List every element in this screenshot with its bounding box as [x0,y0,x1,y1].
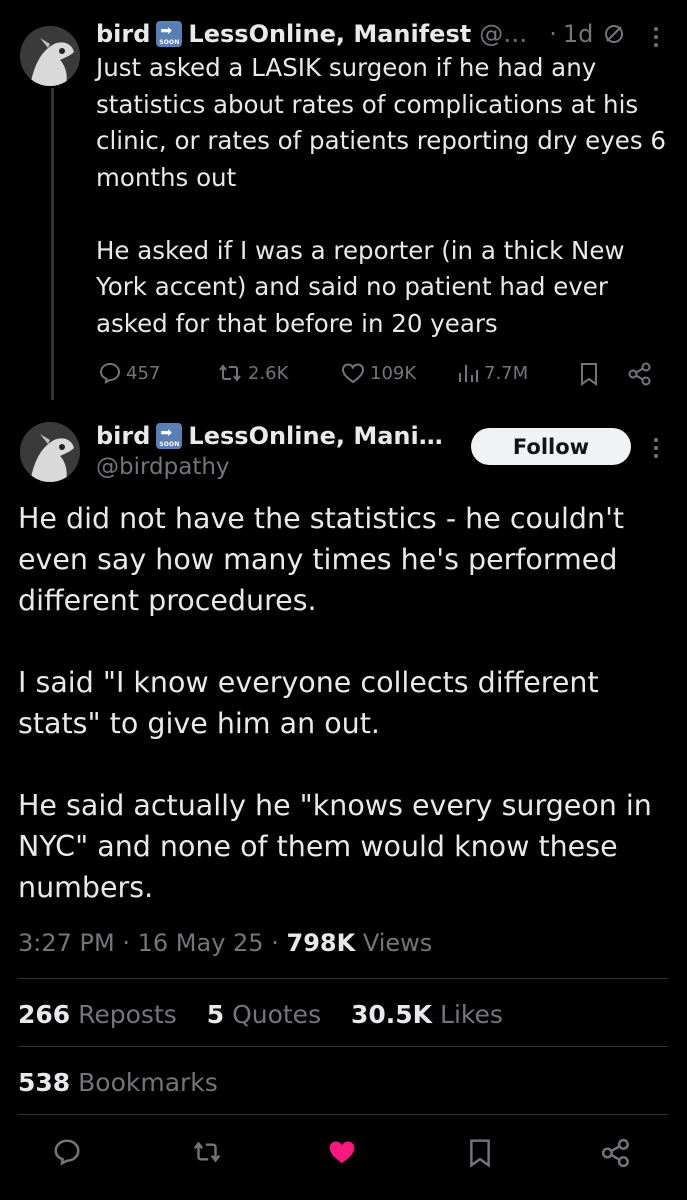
divider [18,1046,668,1047]
share-button[interactable] [627,361,653,387]
separator: · [549,20,557,48]
soon-arrow-icon: ➡ SOON [156,21,183,47]
engagement-stats: 266 Reposts 5 Quotes 30.5K Likes [18,1000,503,1029]
more-icon[interactable] [654,27,658,51]
avatar[interactable] [20,26,80,86]
reposts-stat[interactable]: 266 Reposts [18,1000,177,1029]
likes-stat[interactable]: 30.5K Likes [351,1000,503,1029]
like-button[interactable]: 109K [340,361,416,385]
share-icon [627,361,653,387]
views-label: Views [362,929,433,957]
tweet2-header: bird ➡ SOON LessOnline, Mani… [96,422,443,450]
handle[interactable]: @birdpathy [96,454,230,480]
views-count: 798K [286,929,356,957]
divider [18,1114,668,1115]
repost-button[interactable]: 2.6K [216,361,288,385]
display-name[interactable]: bird [96,422,150,450]
avatar[interactable] [20,422,80,482]
reply-button[interactable]: 457 [98,361,160,385]
separator: · [271,929,279,957]
repost-icon [216,361,244,385]
display-name[interactable]: bird [96,20,150,48]
reply-icon [98,361,122,385]
time-ago[interactable]: 1d [563,20,594,48]
like-button-active[interactable] [326,1137,358,1171]
tweet1-header: bird ➡ SOON LessOnline, Manifest @… · 1d [96,20,625,48]
tweet-date[interactable]: 16 May 25 [138,929,264,957]
like-icon [340,361,366,385]
reply-button[interactable] [52,1137,82,1171]
bookmarks-stat[interactable]: 538 Bookmarks [18,1068,218,1097]
bookmark-button[interactable] [578,361,600,387]
handle[interactable]: @… [479,20,527,48]
views-button[interactable]: 7.7M [456,361,528,385]
reply-count: 457 [126,362,161,384]
bookmark-icon [578,361,600,387]
soon-arrow-icon: ➡ SOON [156,423,183,449]
no-reply-icon [603,23,625,45]
share-icon [600,1138,632,1173]
repost-count: 2.6K [248,362,289,384]
repost-icon [190,1141,224,1171]
like-count: 109K [370,362,417,384]
quotes-stat[interactable]: 5 Quotes [207,1000,321,1029]
tweet-meta: 3:27 PM · 16 May 25 · 798K Views [18,929,432,957]
tweet-time[interactable]: 3:27 PM [18,929,115,957]
repost-button[interactable] [190,1137,224,1171]
display-name-suffix[interactable]: LessOnline, Manifest [188,20,471,48]
display-name-suffix[interactable]: LessOnline, Mani… [188,422,442,450]
thread-line [51,88,54,400]
bookmark-icon [466,1139,494,1173]
bookmark-button[interactable] [466,1137,494,1173]
share-button[interactable] [600,1137,632,1173]
views-icon [456,361,480,385]
tweet1-text: Just asked a LASIK surgeon if he had any… [96,53,666,338]
tweet2-text: He did not have the statistics - he coul… [18,502,652,904]
like-icon [326,1141,358,1171]
views-count: 7.7M [484,362,529,384]
follow-button[interactable]: Follow [471,428,631,465]
more-icon[interactable] [654,438,658,462]
separator: · [122,929,130,957]
reply-icon [52,1139,82,1171]
divider [18,978,668,979]
